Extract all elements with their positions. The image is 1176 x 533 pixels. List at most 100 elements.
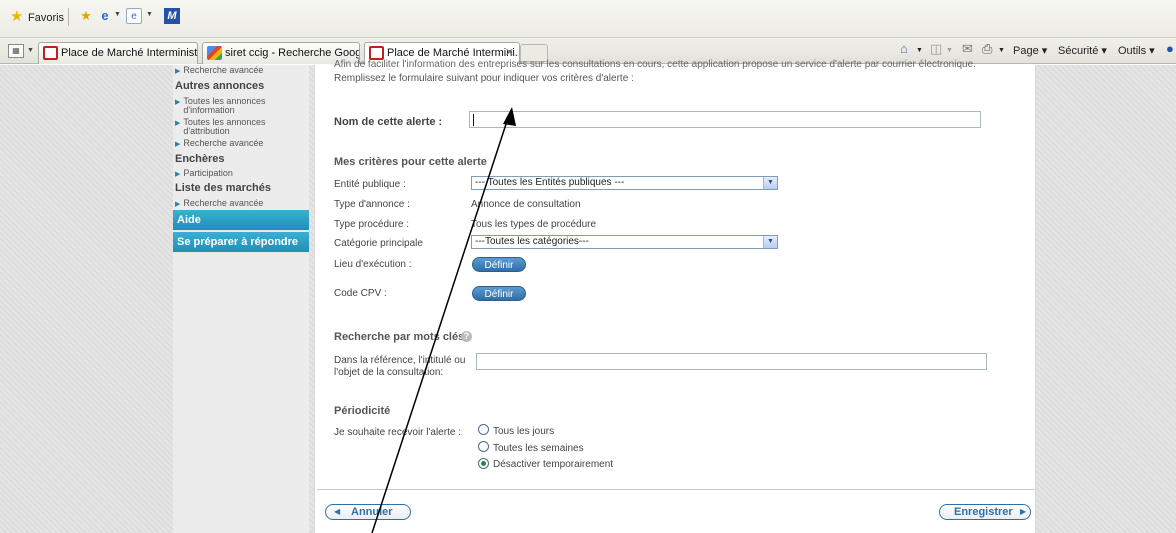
m-logo-icon[interactable]: M [164,8,180,24]
help-icon[interactable]: ● [1166,41,1174,56]
procedure-type-value: Tous les types de procédure [471,219,597,230]
sidebar-item-label: Recherche avancée [183,138,264,148]
favorites-label[interactable]: Favoris [28,12,64,24]
alert-form: Afin de faciliter l'information des entr… [317,59,1035,490]
save-button[interactable]: Enregistrer ▶ [939,504,1031,520]
favorites-star-icon[interactable]: ★ [10,9,23,24]
main-content: Afin de faciliter l'information des entr… [314,59,1036,533]
web-slice-icon[interactable]: e [126,8,142,24]
tab-list-dropdown-icon[interactable]: ▼ [27,47,34,54]
sidebar-item-annonces-information[interactable]: ▶ Toutes les annonces d'information [173,97,303,115]
entity-selected-value: --- Toutes les Entités publiques --- [475,177,625,188]
triangle-right-icon: ▶ [175,68,181,75]
keywords-label-line1: Dans la référence, l'intitulé ou [334,355,466,366]
define-place-button[interactable]: Définir [472,257,526,272]
intro-text-line1: Afin de faciliter l'information des entr… [334,59,976,70]
place-label: Lieu d'exécution : [334,259,412,270]
procedure-type-label: Type procédure : [334,219,410,230]
intro-text-line2: Remplissez le formulaire suivant pour in… [334,73,634,84]
option-deactivate-label: Désactiver temporairement [493,459,614,470]
sidebar-item-recherche-avancee-annonces[interactable]: ▶ Recherche avancée [173,139,263,149]
triangle-right-icon: ▶ [175,99,181,106]
entity-label: Entité publique : [334,179,406,190]
home-icon[interactable]: ⌂ [900,41,908,56]
chevron-down-icon[interactable]: ▼ [763,177,777,189]
sidebar: ▶ Recherche avancée Autres annonces ▶ Tout… [173,65,309,533]
add-favorite-icon[interactable]: ★ [78,8,94,24]
entity-select[interactable]: --- Toutes les Entités publiques --- ▼ [471,176,778,190]
cancel-button[interactable]: ◀ Annuler [325,504,411,520]
radio-every-day[interactable] [478,424,489,435]
dropdown-arrow-icon[interactable]: ▼ [114,11,121,18]
site-favicon-icon [43,46,58,60]
sidebar-item-label: Toutes les annonces d'information [183,96,266,115]
tools-menu-label: Outils [1118,45,1147,57]
sidebar-item-label: Recherche avancée [183,65,264,75]
criteria-section-title: Mes critères pour cette alerte [334,156,487,168]
dropdown-arrow-icon[interactable]: ▼ [916,47,923,54]
security-menu-label: Sécurité [1058,45,1099,57]
sidebar-item-aide[interactable]: Aide [173,210,309,231]
sidebar-item-se-preparer[interactable]: Se préparer à répondre [173,232,309,253]
close-icon[interactable]: ✕ [505,46,514,59]
define-cpv-button[interactable]: Définir [472,286,526,301]
keywords-section-title: Recherche par mots clés [334,331,465,343]
tab-label: Place de Marché Interministé... [61,47,198,59]
security-menu[interactable]: Sécurité ▾ [1058,44,1107,57]
tab-label: Place de Marché Intermini... [387,47,520,59]
sidebar-item-participation[interactable]: ▶ Participation [173,169,233,179]
sidebar-item-label: Toutes les annonces d'attribution [183,117,266,136]
page-background: ▶ Recherche avancée Autres annonces ▶ Tout… [0,59,1176,533]
cancel-label: Annuler [351,506,393,518]
dropdown-arrow-icon[interactable]: ▼ [146,11,153,18]
mail-icon[interactable]: ✉ [962,41,973,57]
sidebar-item-recherche-avancee-marches[interactable]: ▶ Recherche avancée [173,199,263,209]
sidebar-heading-encheres: Enchères [175,153,225,165]
sidebar-item-label: Recherche avancée [183,198,264,208]
triangle-right-icon: ▶ [175,171,181,178]
text-cursor [473,114,474,126]
cpv-label: Code CPV : [334,288,387,299]
category-label: Catégorie principale [334,238,423,249]
favorites-bar: ★ Favoris ★ e ▼ e ▼ M [0,0,1176,38]
option-every-week-label: Toutes les semaines [493,443,584,454]
print-icon[interactable]: ⎙ [982,41,992,57]
dropdown-arrow-icon[interactable]: ▼ [946,47,953,54]
category-selected-value: ---Toutes les catégories--- [475,236,589,247]
periodicity-label: Je souhaite recevoir l'alerte : [334,427,461,438]
radio-deactivate[interactable] [478,458,489,469]
tab-label: siret ccig - Recherche Google [225,47,360,59]
site-favicon-icon [369,46,384,60]
triangle-right-icon: ▶ [175,120,181,127]
save-label: Enregistrer [954,506,1013,518]
keywords-label-line2: l'objet de la consultation: [334,367,444,378]
quick-tabs-icon[interactable]: ▦ [8,44,24,58]
tools-menu[interactable]: Outils ▾ [1118,44,1155,57]
sidebar-item-annonces-attribution[interactable]: ▶ Toutes les annonces d'attribution [173,118,303,136]
feeds-icon[interactable]: ◫ [930,41,942,57]
triangle-right-icon: ▶ [175,141,181,148]
alert-name-input[interactable] [469,111,981,128]
radio-every-week[interactable] [478,441,489,452]
option-every-day-label: Tous les jours [493,426,555,437]
page-menu-label: Page [1013,45,1039,57]
sidebar-item-label: Participation [183,168,233,178]
keywords-input[interactable] [476,353,987,370]
sidebar-heading-liste-marches: Liste des marchés [175,182,271,194]
triangle-right-icon: ▶ [175,201,181,208]
google-favicon-icon [207,46,222,60]
arrow-left-icon: ◀ [334,507,341,516]
dropdown-arrow-icon[interactable]: ▼ [998,47,1005,54]
alert-name-label: Nom de cette alerte : [334,116,443,128]
question-mark-icon[interactable]: ? [461,331,472,342]
ie-suggested-sites-icon[interactable]: e [97,8,113,24]
notice-type-value: Annonce de consultation [471,199,581,210]
sidebar-item-recherche-avancee-top[interactable]: ▶ Recherche avancée [173,66,263,76]
page-menu[interactable]: Page ▾ [1013,44,1047,57]
periodicity-section-title: Périodicité [334,405,391,417]
chevron-down-icon[interactable]: ▼ [763,236,777,248]
arrow-right-icon: ▶ [1020,507,1027,516]
sidebar-heading-autres-annonces: Autres annonces [175,80,265,92]
category-select[interactable]: ---Toutes les catégories--- ▼ [471,235,778,249]
tab-place-de-marche-1[interactable]: Place de Marché Interministé... [38,42,198,64]
